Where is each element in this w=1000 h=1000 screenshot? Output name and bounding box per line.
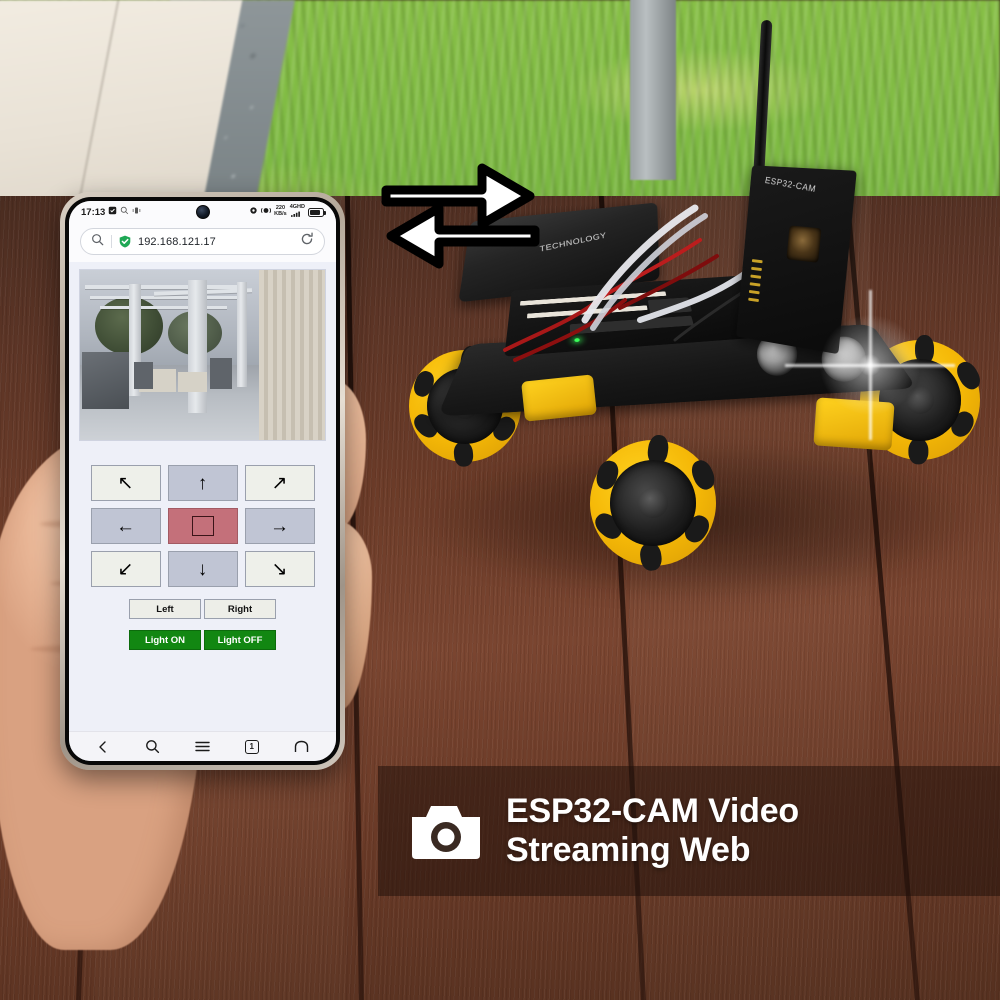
dpad-row-bottom: ↙ ↓ ↘ — [91, 551, 315, 587]
camera-icon — [412, 803, 480, 859]
battery-icon — [308, 208, 324, 217]
stop-square-icon — [192, 516, 214, 536]
status-bar: 17:13 220 KB/s 4GHD — [69, 201, 336, 223]
move-down-left-button[interactable]: ↙ — [91, 551, 161, 587]
status-time: 17:13 — [81, 207, 105, 218]
toolbar-divider — [111, 235, 112, 248]
network-type: 4G — [290, 204, 297, 210]
home-icon[interactable] — [294, 740, 309, 754]
motor-rear-right — [813, 397, 894, 450]
back-icon[interactable] — [96, 740, 110, 754]
bidirectional-data-arrows — [378, 152, 543, 272]
camera-lens — [786, 225, 821, 262]
light-on-button[interactable]: Light ON — [129, 630, 201, 650]
network-type-indicator: 4GHD — [290, 205, 305, 220]
search-icon[interactable] — [91, 233, 104, 251]
banner-line-2: Streaming Web — [506, 831, 750, 869]
alarm-icon — [108, 206, 117, 218]
nfc-icon — [261, 206, 271, 218]
video-stream-image — [79, 269, 326, 441]
signal-bars-icon — [291, 213, 304, 219]
shield-check-icon — [119, 235, 131, 248]
menu-icon[interactable] — [195, 740, 210, 753]
bluetooth-icon — [249, 206, 258, 218]
browser-nav-bar: 1 — [69, 731, 336, 761]
banner-line-1: ESP32-CAM Video — [506, 792, 799, 830]
move-forward-button[interactable]: ↑ — [168, 465, 238, 501]
stop-button[interactable] — [168, 508, 238, 544]
tabs-count-button[interactable]: 1 — [245, 740, 259, 754]
move-down-right-button[interactable]: ↘ — [245, 551, 315, 587]
title-banner: ESP32-CAM Video Streaming Web — [378, 766, 1000, 896]
camera-punch-hole — [196, 205, 210, 219]
reload-icon[interactable] — [300, 232, 314, 251]
web-app-page: ↖ ↑ ↗ ← → ↙ ↓ ↘ Left Right Light ON Ligh… — [69, 262, 336, 731]
network-hd: HD — [297, 204, 305, 210]
screenshot-root: TECHNOLOGY ESP32-CAM 17:13 220 KB/s 4GHD… — [0, 0, 1000, 1000]
dpad-row-middle: ← → — [91, 508, 315, 544]
direction-pad: ↖ ↑ ↗ ← → ↙ ↓ ↘ Left Right Light ON Ligh… — [79, 465, 326, 650]
dpad-row-top: ↖ ↑ ↗ — [91, 465, 315, 501]
light-off-button[interactable]: Light OFF — [204, 630, 276, 650]
mecanum-wheel-front-left — [590, 440, 716, 566]
network-speed-unit: KB/s — [274, 211, 287, 217]
phone-bezel: 17:13 220 KB/s 4GHD 192.168.121.17 ↖ ↑ ↗… — [65, 197, 340, 765]
turn-buttons-row: Left Right — [129, 599, 276, 619]
search-icon[interactable] — [145, 739, 160, 754]
url-text[interactable]: 192.168.121.17 — [138, 236, 293, 248]
move-up-right-button[interactable]: ↗ — [245, 465, 315, 501]
browser-toolbar: 192.168.121.17 — [69, 223, 336, 262]
turn-left-button[interactable]: Left — [129, 599, 201, 619]
esp32-cam-label: ESP32-CAM — [764, 175, 817, 194]
address-bar[interactable]: 192.168.121.17 — [80, 228, 325, 255]
esp32-cam-board: ESP32-CAM — [736, 165, 857, 354]
move-backward-button[interactable]: ↓ — [168, 551, 238, 587]
move-right-button[interactable]: → — [245, 508, 315, 544]
move-left-button[interactable]: ← — [91, 508, 161, 544]
network-speed: 220 KB/s — [274, 206, 287, 218]
search-icon — [120, 206, 129, 218]
banner-title: ESP32-CAM Video Streaming Web — [506, 792, 799, 870]
turn-right-button[interactable]: Right — [204, 599, 276, 619]
light-buttons-row: Light ON Light OFF — [129, 630, 276, 650]
phone-screen: 17:13 220 KB/s 4GHD 192.168.121.17 ↖ ↑ ↗… — [69, 201, 336, 761]
smartphone: 17:13 220 KB/s 4GHD 192.168.121.17 ↖ ↑ ↗… — [60, 192, 345, 770]
vibrate-icon — [132, 206, 141, 218]
move-up-left-button[interactable]: ↖ — [91, 465, 161, 501]
